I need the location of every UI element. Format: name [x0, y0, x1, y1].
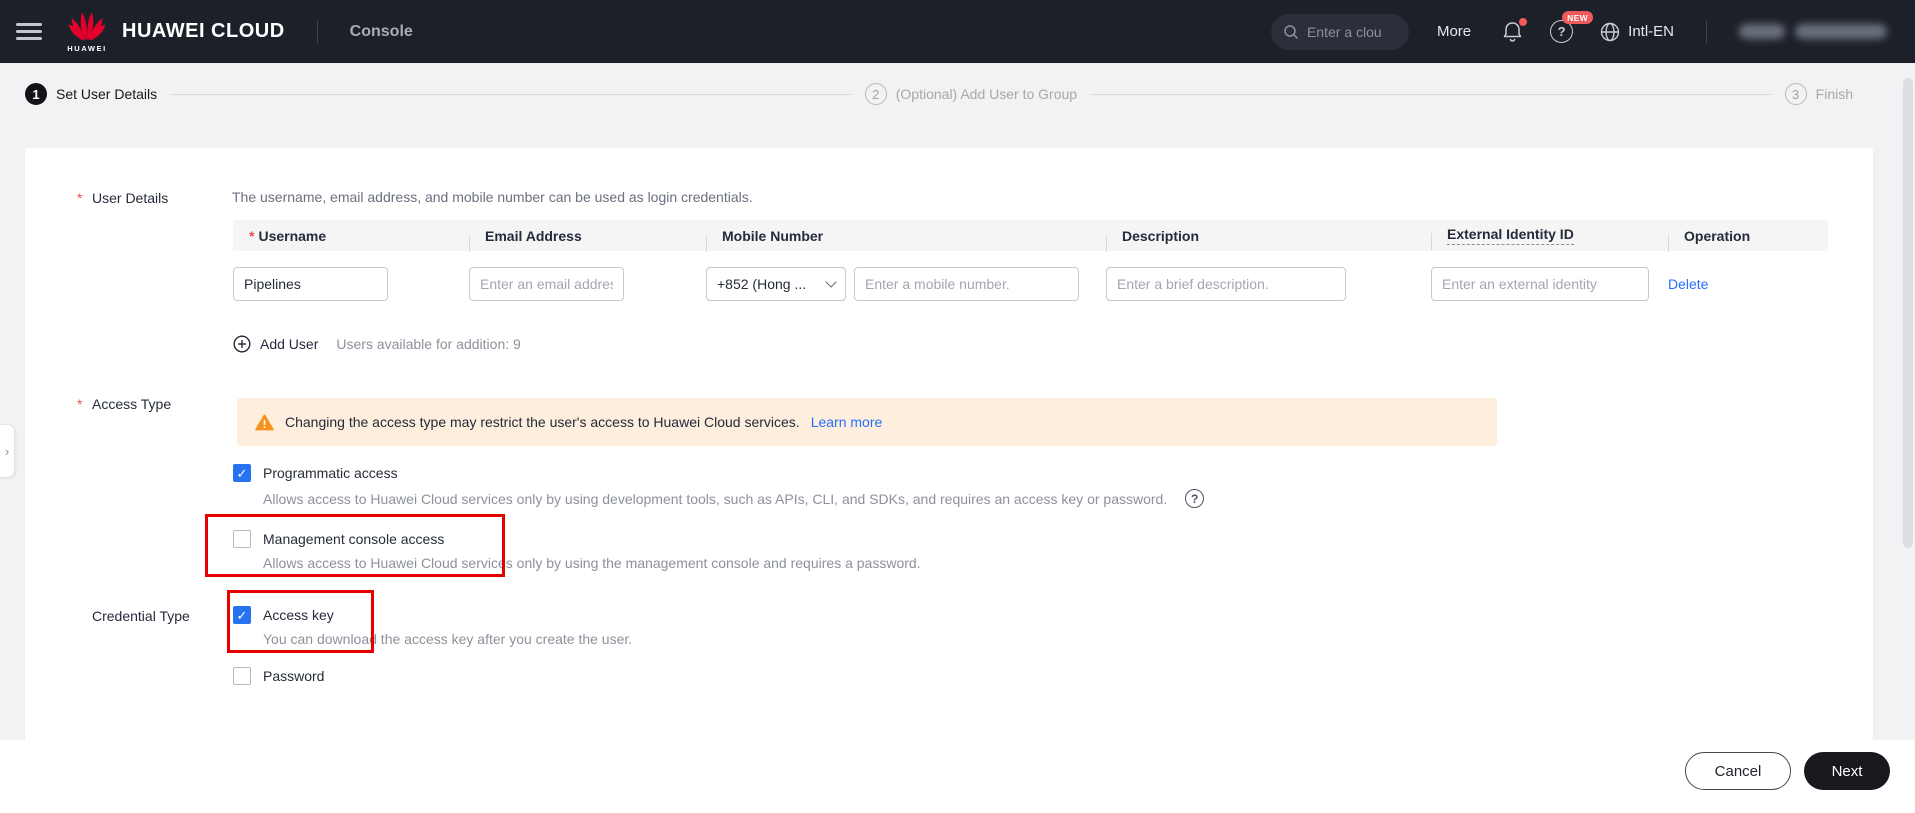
redacted-blob	[1739, 24, 1785, 39]
plus-circle-icon	[233, 335, 251, 353]
access-type-label: * Access Type	[77, 396, 171, 412]
step-1-label: Set User Details	[56, 86, 157, 102]
cancel-button[interactable]: Cancel	[1685, 752, 1791, 790]
huawei-flower-icon	[68, 11, 106, 43]
globe-icon	[1599, 21, 1621, 43]
help-icon[interactable]	[1185, 489, 1204, 508]
col-operation: Operation	[1668, 228, 1828, 244]
more-menu[interactable]: More	[1437, 23, 1471, 40]
topbar: HUAWEI HUAWEI CLOUD Console Enter a clou…	[0, 0, 1915, 63]
col-description: Description	[1106, 228, 1431, 244]
step-3-number: 3	[1785, 83, 1807, 105]
access-key-desc: You can download the access key after yo…	[263, 631, 632, 647]
chevron-down-icon	[825, 276, 836, 287]
page: HUAWEI HUAWEI CLOUD Console Enter a clou…	[0, 0, 1915, 813]
step-connector	[171, 94, 851, 95]
mobile-number-input[interactable]	[854, 267, 1079, 301]
scrollbar[interactable]	[1903, 78, 1913, 548]
checkbox-password[interactable]	[233, 667, 251, 685]
header-divider	[1706, 20, 1707, 44]
step-3-label: Finish	[1816, 86, 1853, 102]
logo-word: HUAWEI	[67, 44, 107, 53]
redacted-blob	[1795, 24, 1887, 39]
step-1-number: 1	[25, 83, 47, 105]
header-divider	[317, 20, 318, 44]
notifications-button[interactable]	[1501, 20, 1524, 44]
step-connector	[1091, 94, 1771, 95]
panel-expander[interactable]: ›	[0, 424, 15, 478]
country-code-select[interactable]: +852 (Hong ...	[706, 267, 846, 301]
users-available-hint: Users available for addition: 9	[336, 336, 520, 352]
step-2-add-user-to-group: 2 (Optional) Add User to Group	[865, 83, 1077, 105]
required-mark: *	[77, 190, 92, 206]
access-key-label: Access key	[263, 607, 334, 623]
option-password: Password	[233, 667, 324, 685]
required-mark: *	[249, 228, 254, 244]
next-button[interactable]: Next	[1804, 752, 1890, 790]
access-type-warning-banner: Changing the access type may restrict th…	[237, 398, 1497, 446]
password-label: Password	[263, 668, 324, 684]
option-programmatic-access: Programmatic access Allows access to Hua…	[233, 464, 1204, 508]
col-external-identity-id[interactable]: External Identity ID	[1431, 226, 1668, 245]
option-management-console-access: Management console access Allows access …	[233, 530, 921, 571]
add-user-button[interactable]: Add User Users available for addition: 9	[233, 335, 521, 353]
add-user-label: Add User	[260, 336, 318, 352]
search-icon	[1283, 24, 1299, 40]
account-name-redacted[interactable]	[1739, 24, 1887, 39]
header-search-box[interactable]: Enter a clou	[1271, 14, 1409, 50]
step-3-finish: 3 Finish	[1785, 83, 1853, 105]
required-mark: *	[77, 396, 92, 412]
col-username: * Username	[233, 228, 469, 244]
user-table-row: +852 (Hong ... Delete	[233, 251, 1828, 321]
programmatic-access-desc: Allows access to Huawei Cloud services o…	[263, 491, 1167, 507]
management-console-access-desc: Allows access to Huawei Cloud services o…	[263, 555, 921, 571]
user-table: * Username Email Address Mobile Number D…	[233, 220, 1828, 321]
checkbox-programmatic-access[interactable]	[233, 464, 251, 482]
learn-more-link[interactable]: Learn more	[811, 414, 883, 430]
search-placeholder: Enter a clou	[1307, 24, 1382, 40]
footer-bar: Cancel Next	[0, 740, 1915, 813]
checkbox-management-console-access[interactable]	[233, 530, 251, 548]
external-identity-input[interactable]	[1431, 267, 1649, 301]
language-selector[interactable]: Intl-EN	[1599, 21, 1674, 43]
programmatic-access-label: Programmatic access	[263, 465, 398, 481]
user-details-label: * User Details	[77, 190, 168, 206]
step-1-set-user-details: 1 Set User Details	[25, 83, 157, 105]
col-email: Email Address	[469, 228, 706, 244]
set-user-details-card: * User Details The username, email addre…	[25, 148, 1873, 740]
management-console-access-label: Management console access	[263, 531, 444, 547]
email-input[interactable]	[469, 267, 624, 301]
user-details-hint: The username, email address, and mobile …	[232, 189, 753, 205]
credential-type-label: Credential Type	[77, 608, 190, 624]
wizard-steps: 1 Set User Details 2 (Optional) Add User…	[0, 63, 1915, 125]
col-mobile: Mobile Number	[706, 228, 1106, 244]
huawei-logo: HUAWEI	[64, 11, 110, 53]
warning-icon	[255, 414, 274, 431]
description-input[interactable]	[1106, 267, 1346, 301]
menu-icon[interactable]	[16, 19, 42, 45]
notification-dot	[1519, 18, 1527, 26]
warning-text: Changing the access type may restrict th…	[285, 414, 800, 430]
option-access-key: Access key You can download the access k…	[233, 606, 632, 647]
console-link[interactable]: Console	[350, 23, 413, 41]
locale-label: Intl-EN	[1628, 23, 1674, 40]
checkbox-access-key[interactable]	[233, 606, 251, 624]
delete-link[interactable]: Delete	[1668, 276, 1708, 292]
help-button[interactable]: NEW	[1550, 20, 1573, 43]
username-input[interactable]	[233, 267, 388, 301]
new-badge: NEW	[1562, 11, 1593, 24]
brand-title: HUAWEI CLOUD	[122, 20, 285, 43]
user-table-header: * Username Email Address Mobile Number D…	[233, 220, 1828, 251]
step-2-number: 2	[865, 83, 887, 105]
step-2-label: (Optional) Add User to Group	[896, 86, 1077, 102]
